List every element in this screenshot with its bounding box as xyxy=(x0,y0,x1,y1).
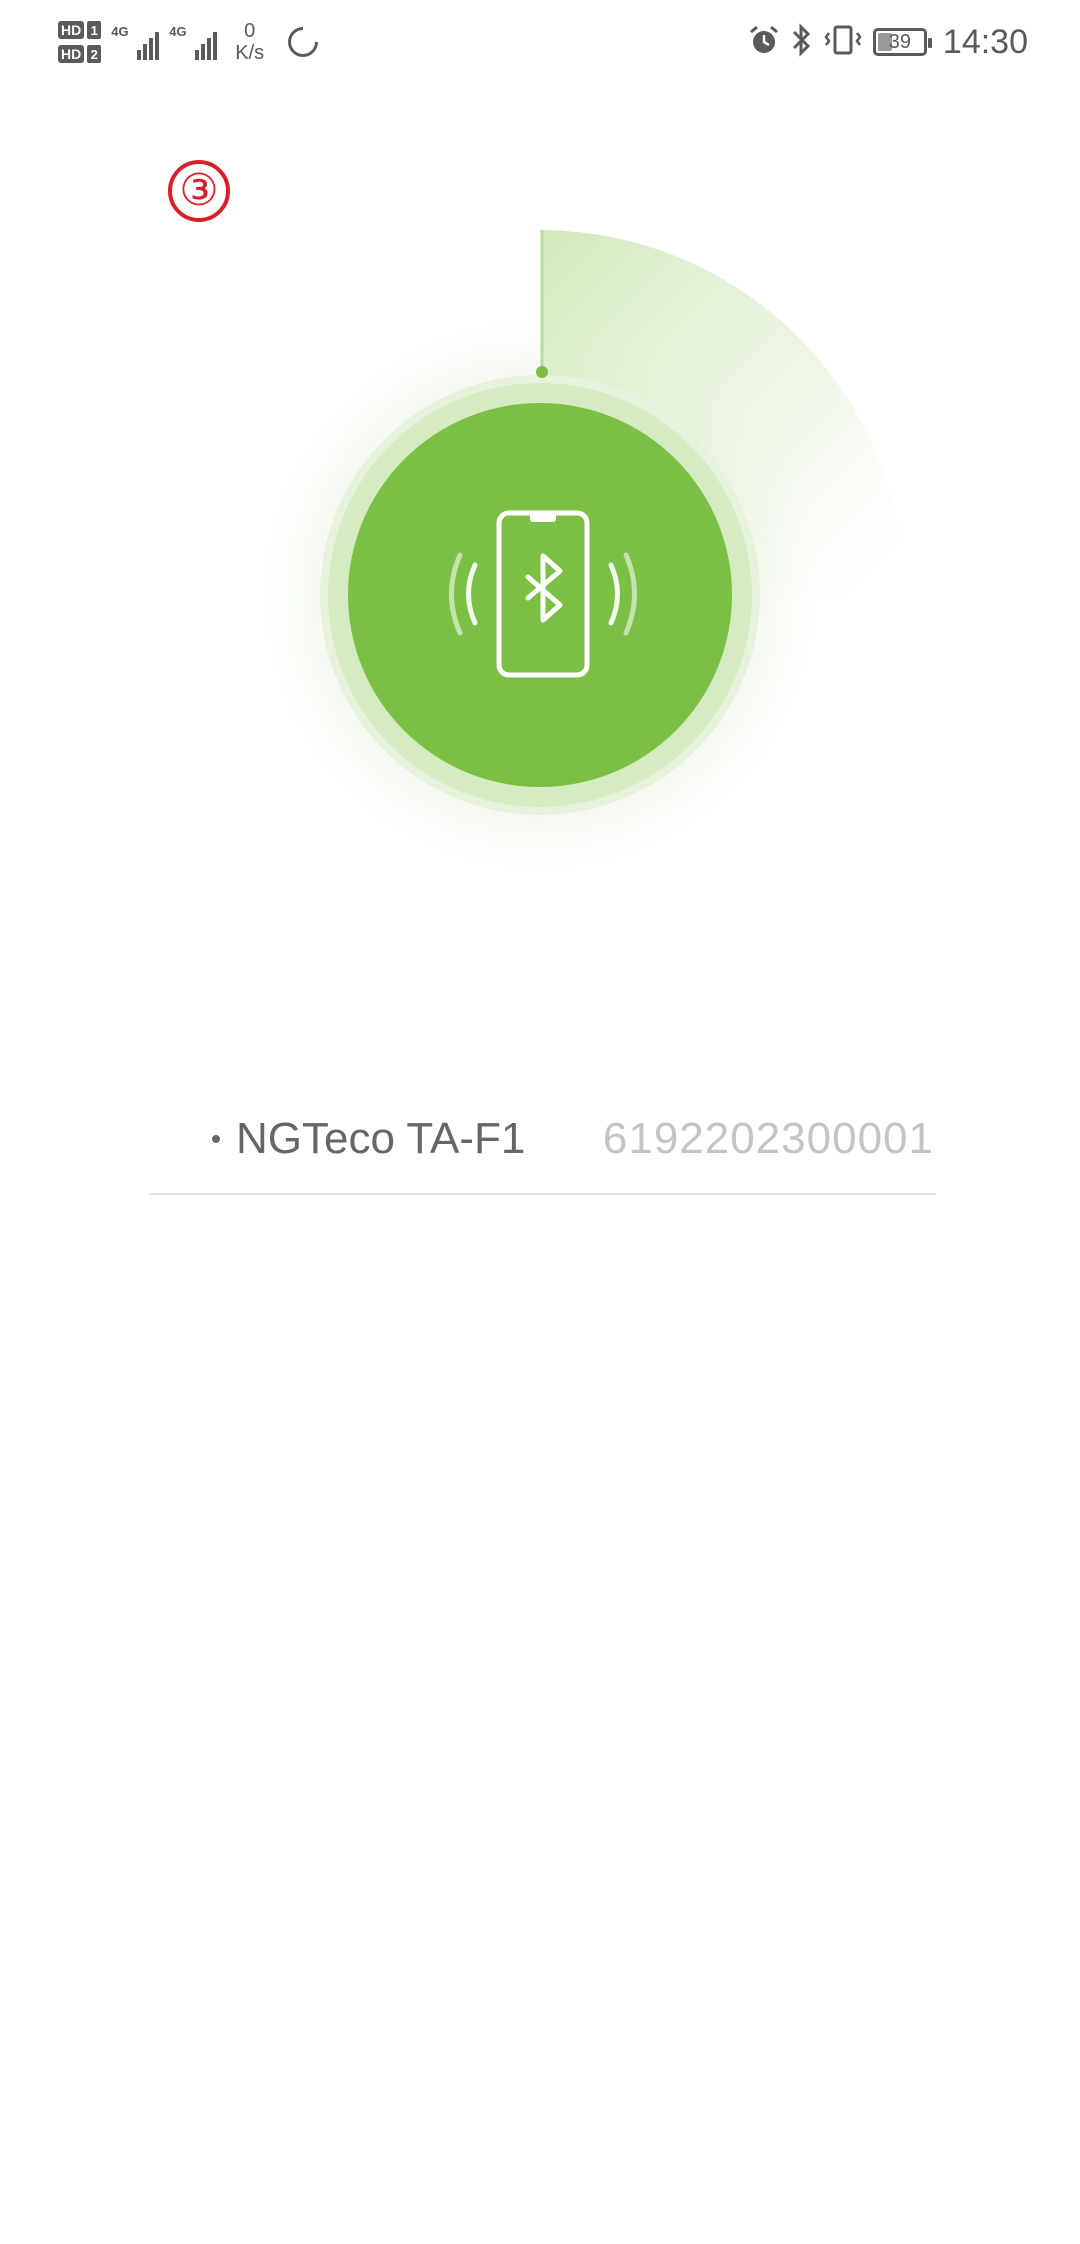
radar-dot xyxy=(536,366,548,378)
device-list-item[interactable]: NGTeco TA-F1 6192202300001 xyxy=(150,1085,936,1195)
bluetooth-scan-graphic xyxy=(0,200,1080,960)
signal-strength-icon-2: 4G xyxy=(169,24,218,60)
sim2-badge: HD 2 xyxy=(58,45,102,63)
network-type-2: 4G xyxy=(169,24,187,39)
scan-disc xyxy=(348,403,732,787)
sim1-index: 1 xyxy=(87,21,102,39)
battery-level: 39 xyxy=(888,30,912,53)
signal-strength-icon-1: 4G xyxy=(111,24,160,60)
vibrate-icon xyxy=(823,23,863,62)
sync-icon xyxy=(281,20,325,64)
network-speed-value: 0 xyxy=(244,20,256,42)
bullet-icon xyxy=(212,1135,220,1143)
status-bar: HD 1 HD 2 4G 4G 0 K/s 39 14:30 xyxy=(0,0,1080,90)
sim2-index: 2 xyxy=(87,45,102,63)
status-bar-right: 39 14:30 xyxy=(747,12,1028,72)
clock: 14:30 xyxy=(942,22,1028,61)
alarm-icon xyxy=(747,23,781,62)
device-name: NGTeco TA-F1 xyxy=(236,1114,526,1163)
battery-icon: 39 xyxy=(872,28,932,56)
sim1-hd-label: HD xyxy=(58,21,85,39)
status-bar-left: HD 1 HD 2 4G 4G 0 K/s xyxy=(58,12,325,72)
network-speed-unit: K/s xyxy=(235,42,265,64)
sim2-hd-label: HD xyxy=(58,45,85,63)
network-speed: 0 K/s xyxy=(235,20,264,64)
network-type-1: 4G xyxy=(111,24,129,39)
device-serial: 6192202300001 xyxy=(602,1114,934,1163)
sim-badges: HD 1 HD 2 xyxy=(58,21,102,63)
bluetooth-icon xyxy=(791,22,813,62)
sim1-badge: HD 1 xyxy=(58,21,102,39)
scan-radar xyxy=(250,230,905,885)
